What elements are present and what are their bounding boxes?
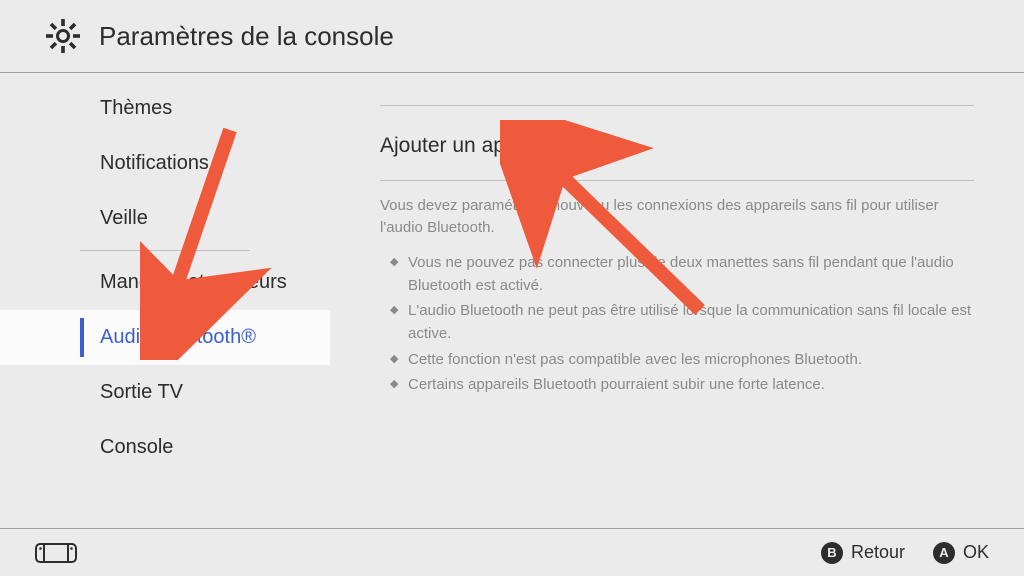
ok-label: OK bbox=[963, 542, 989, 563]
sidebar-divider bbox=[80, 250, 250, 251]
ok-button[interactable]: A OK bbox=[933, 542, 989, 564]
back-button[interactable]: B Retour bbox=[821, 542, 905, 564]
sidebar-item-bluetooth-audio[interactable]: Audio Bluetooth® bbox=[0, 310, 330, 365]
bullet-item: L'audio Bluetooth ne peut pas être utili… bbox=[390, 299, 974, 346]
info-text: Vous devez paramétrer à nouveau les conn… bbox=[380, 195, 974, 251]
sidebar-item-console[interactable]: Console bbox=[0, 420, 330, 475]
bullet-item: Cette fonction n'est pas compatible avec… bbox=[390, 348, 974, 371]
footer: B Retour A OK bbox=[0, 528, 1024, 576]
sidebar: Thèmes Notifications Veille Manettes et … bbox=[0, 73, 330, 533]
content: Thèmes Notifications Veille Manettes et … bbox=[0, 73, 1024, 533]
bullet-item: Certains appareils Bluetooth pourraient … bbox=[390, 373, 974, 396]
console-icon[interactable] bbox=[35, 542, 77, 564]
gear-icon bbox=[45, 18, 81, 54]
back-label: Retour bbox=[851, 542, 905, 563]
footer-buttons: B Retour A OK bbox=[821, 542, 989, 564]
sidebar-item-notifications[interactable]: Notifications bbox=[0, 136, 330, 191]
divider bbox=[380, 180, 974, 181]
header: Paramètres de la console bbox=[0, 0, 1024, 73]
main-panel: Ajouter un appareil Vous devez paramétre… bbox=[330, 73, 1024, 533]
sidebar-item-controllers[interactable]: Manettes et capteurs bbox=[0, 255, 330, 310]
a-button-icon: A bbox=[933, 542, 955, 564]
sidebar-item-tv-output[interactable]: Sortie TV bbox=[0, 365, 330, 420]
info-bullets: Vous ne pouvez pas connecter plus de deu… bbox=[380, 251, 974, 397]
page-title: Paramètres de la console bbox=[99, 21, 394, 52]
sidebar-item-sleep[interactable]: Veille bbox=[0, 191, 330, 246]
add-device-option[interactable]: Ajouter un appareil bbox=[380, 128, 974, 180]
divider bbox=[380, 105, 974, 106]
b-button-icon: B bbox=[821, 542, 843, 564]
sidebar-item-themes[interactable]: Thèmes bbox=[0, 81, 330, 136]
bullet-item: Vous ne pouvez pas connecter plus de deu… bbox=[390, 251, 974, 298]
